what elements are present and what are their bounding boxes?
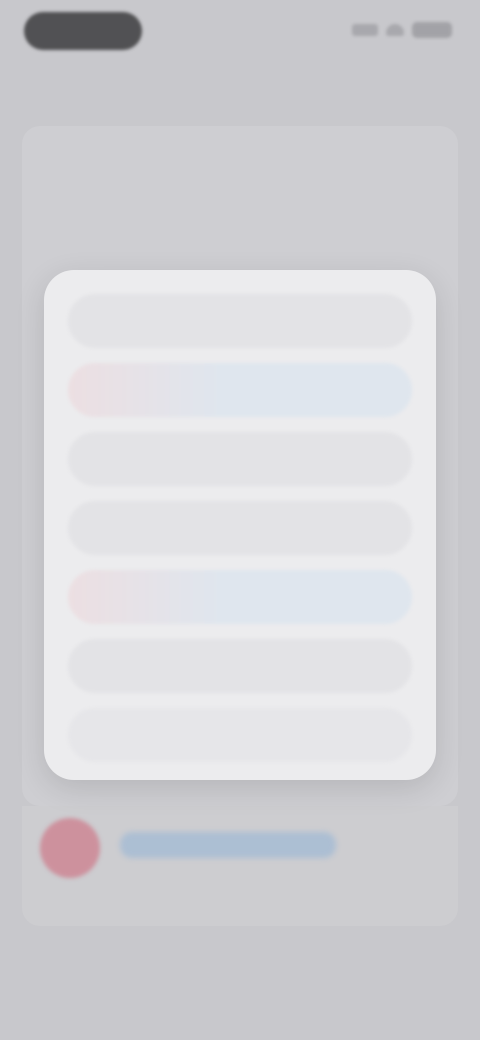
menu-item-4[interactable] [68,501,412,555]
screen [0,0,480,1040]
delete-menu-item[interactable] [68,708,412,762]
menu-item-6[interactable] [68,639,412,693]
menu-item-1[interactable] [68,294,412,348]
menu-item-5[interactable] [68,570,412,624]
menu-item-3[interactable] [68,432,412,486]
menu-item-2[interactable] [68,363,412,417]
action-menu [44,270,436,780]
